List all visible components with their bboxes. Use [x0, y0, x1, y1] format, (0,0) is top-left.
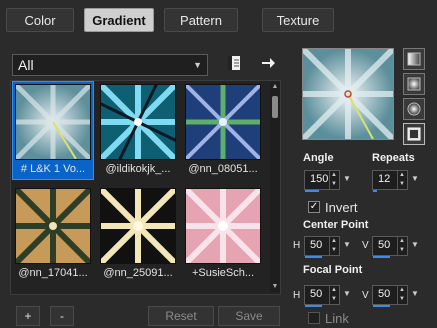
spinner-arrows[interactable]: ▲ ▼ — [397, 286, 407, 304]
repeats-level-bar — [373, 190, 378, 192]
thumb-caption: @nn_17041... — [18, 267, 88, 279]
gradient-preview-image — [176, 179, 270, 273]
thumb-caption: # L&K 1 Vo... — [20, 163, 86, 175]
gradient-thumb[interactable]: @nn_08051... — [176, 75, 270, 179]
tab-texture[interactable]: Texture — [262, 8, 334, 32]
remove-button[interactable]: - — [50, 306, 74, 326]
scroll-down-icon[interactable]: ▼ — [270, 282, 280, 292]
center-h-spinner[interactable]: 50 ▲ ▼ ▼ — [304, 236, 351, 258]
angle-level-bar — [305, 190, 320, 192]
focal-v-level-bar — [373, 305, 390, 307]
gradient-thumb[interactable]: @ildikokjk_... — [90, 74, 186, 179]
gradient-preview[interactable] — [290, 36, 406, 152]
reset-button[interactable]: Reset — [148, 306, 214, 326]
scroll-thumb[interactable] — [272, 96, 278, 118]
focal-h-label: H — [293, 290, 301, 301]
focal-point-label: Focal Point — [303, 264, 363, 276]
link-label: Link — [325, 311, 349, 326]
chevron-down-icon: ▼ — [193, 60, 202, 70]
gradient-thumb[interactable]: # L&K 1 Vo... — [6, 75, 100, 180]
focal-h-spinner[interactable]: 50 ▲ ▼ ▼ — [304, 285, 351, 307]
gradient-preview-image — [6, 179, 100, 273]
radial-style-button[interactable] — [403, 123, 425, 145]
gradient-thumb[interactable]: @nn_17041... — [6, 179, 100, 283]
sunburst-style-button[interactable] — [403, 98, 425, 120]
center-h-value: 50 — [310, 239, 323, 251]
angle-spinner[interactable]: 150 ▲ ▼ ▼ — [304, 170, 351, 192]
chevron-down-icon[interactable]: ▼ — [409, 289, 421, 301]
library-scrollbar[interactable]: ▲ ▼ — [270, 82, 280, 292]
category-dropdown[interactable]: All ▼ — [12, 54, 208, 76]
chevron-down-icon[interactable]: ▼ — [409, 240, 421, 252]
repeats-spinner[interactable]: 12 ▲ ▼ ▼ — [372, 170, 419, 192]
category-selected: All — [18, 57, 34, 73]
tab-color[interactable]: Color — [6, 8, 74, 32]
add-button[interactable]: + — [16, 306, 40, 326]
focal-v-value: 50 — [378, 288, 391, 300]
thumb-caption: @ildikokjk_... — [105, 163, 171, 175]
spinner-arrows[interactable]: ▲ ▼ — [329, 286, 339, 304]
center-v-level-bar — [373, 256, 390, 258]
gradient-thumb[interactable]: +SusieSch... — [176, 179, 270, 283]
repeats-label: Repeats — [372, 152, 415, 164]
tab-gradient[interactable]: Gradient — [84, 8, 154, 32]
tab-pattern[interactable]: Pattern — [164, 8, 238, 32]
spinner-arrows[interactable]: ▲ ▼ — [329, 171, 339, 189]
center-v-label: V — [362, 240, 369, 251]
spinner-arrows[interactable]: ▲ ▼ — [329, 237, 339, 255]
focal-v-label: V — [362, 290, 369, 301]
gradient-preview-image — [6, 75, 100, 169]
center-v-value: 50 — [378, 239, 391, 251]
chevron-down-icon[interactable]: ▼ — [341, 240, 353, 252]
chevron-down-icon[interactable]: ▼ — [341, 289, 353, 301]
thumb-caption: +SusieSch... — [191, 267, 255, 279]
save-button[interactable]: Save — [218, 306, 280, 326]
center-h-level-bar — [305, 256, 322, 258]
thumb-caption: @nn_25091... — [103, 267, 173, 279]
arrow-right-icon[interactable] — [260, 55, 276, 71]
gradient-editor-icon[interactable] — [226, 55, 242, 71]
angle-label: Angle — [303, 152, 334, 164]
focal-v-spinner[interactable]: 50 ▲ ▼ ▼ — [372, 285, 419, 307]
angle-value: 150 — [310, 173, 329, 185]
focal-h-level-bar — [305, 305, 322, 307]
spinner-arrows[interactable]: ▲ ▼ — [397, 237, 407, 255]
gradient-preview-image — [91, 179, 185, 273]
gradient-preview-image — [176, 75, 270, 169]
linear-style-button[interactable] — [403, 48, 425, 70]
focal-h-value: 50 — [310, 288, 323, 300]
invert-label: Invert — [325, 200, 358, 215]
rectangular-style-button[interactable] — [403, 73, 425, 95]
chevron-down-icon[interactable]: ▼ — [341, 174, 353, 186]
thumb-caption: @nn_08051... — [188, 163, 258, 175]
scroll-up-icon[interactable]: ▲ — [270, 82, 280, 92]
center-h-label: H — [293, 240, 301, 251]
gradient-thumb[interactable]: @nn_25091... — [91, 179, 185, 283]
gradient-preview-image — [90, 74, 186, 170]
center-point-label: Center Point — [303, 219, 369, 231]
link-checkbox[interactable] — [308, 312, 320, 324]
spinner-arrows[interactable]: ▲ ▼ — [397, 171, 407, 189]
chevron-down-icon[interactable]: ▼ — [409, 174, 421, 186]
invert-checkbox[interactable]: ✓ — [308, 201, 320, 213]
repeats-value: 12 — [378, 173, 391, 185]
center-v-spinner[interactable]: 50 ▲ ▼ ▼ — [372, 236, 419, 258]
